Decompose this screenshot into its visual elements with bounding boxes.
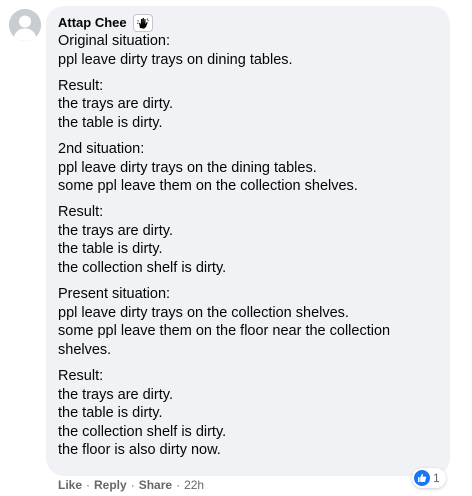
comment-line: Result: xyxy=(58,204,104,221)
comment-line: the trays are dirty. xyxy=(58,222,173,239)
comment-line: some ppl leave them on the collection sh… xyxy=(58,178,358,195)
comment-line: Original situation: xyxy=(58,33,171,49)
share-button[interactable]: Share xyxy=(139,477,172,493)
comment-paragraph: Result: the trays are dirty. the table is … xyxy=(58,77,438,133)
comment-line: some ppl leave them on the floor near th… xyxy=(58,323,391,358)
comment-line: the table is dirty. xyxy=(58,241,163,258)
comment-line: 2nd situation: xyxy=(58,140,145,157)
author-name[interactable]: Attap Chee xyxy=(58,14,127,32)
avatar[interactable] xyxy=(9,9,41,41)
comment-text: Original situation: ppl leave dirty trays… xyxy=(58,32,438,460)
comment: Attap Chee Original situation: ppl leave … xyxy=(0,0,472,496)
comment-bubble: Attap Chee Original situation: ppl leave … xyxy=(46,6,450,476)
comment-line: the table is dirty. xyxy=(58,114,163,131)
comment-line: ppl leave dirty trays on the dining tabl… xyxy=(58,159,317,176)
comment-paragraph: Original situation: ppl leave dirty trays… xyxy=(58,32,438,69)
comment-line: the trays are dirty. xyxy=(58,96,173,113)
comment-line: Result: xyxy=(58,77,104,94)
timestamp-link[interactable]: 22h xyxy=(184,477,204,493)
separator: · xyxy=(130,478,135,492)
comment-paragraph: Result: the trays are dirty. the table is … xyxy=(58,367,438,460)
rising-fan-hand-icon xyxy=(136,18,149,29)
comment-paragraph: Present situation: ppl leave dirty trays … xyxy=(58,285,438,359)
comment-line: the collection shelf is dirty. xyxy=(58,260,227,277)
reply-button[interactable]: Reply xyxy=(94,477,127,493)
comment-line: ppl leave dirty trays on dining tables. xyxy=(58,51,293,68)
comment-line: the floor is also dirty now. xyxy=(58,442,221,459)
comment-line: ppl leave dirty trays on the collection … xyxy=(58,304,349,321)
comment-line: the trays are dirty. xyxy=(58,386,173,403)
comment-actions: Like · Reply · Share · 22h xyxy=(58,477,204,493)
rising-fan-badge[interactable] xyxy=(132,14,153,32)
default-avatar-icon xyxy=(9,9,41,41)
comment-line: the table is dirty. xyxy=(58,405,163,422)
comment-line: Result: xyxy=(58,368,104,384)
like-button[interactable]: Like xyxy=(58,477,82,493)
separator: · xyxy=(176,478,181,492)
separator: · xyxy=(86,478,91,492)
comment-paragraph: 2nd situation: ppl leave dirty trays on t… xyxy=(58,140,438,196)
reaction-summary[interactable]: 1 xyxy=(412,468,446,488)
reaction-count: 1 xyxy=(433,471,440,485)
comment-paragraph: Result: the trays are dirty. the table is … xyxy=(58,203,438,277)
comment-line: the collection shelf is dirty. xyxy=(58,423,227,440)
author-row: Attap Chee xyxy=(58,14,438,32)
thumbs-up-icon xyxy=(414,470,430,486)
comment-line: Present situation: xyxy=(58,286,171,303)
